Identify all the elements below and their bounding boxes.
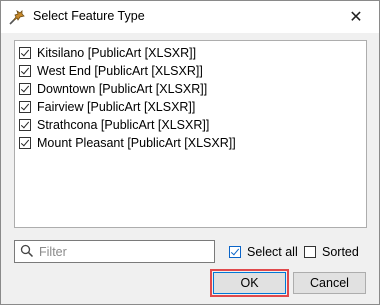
select-all-label: Select all [247,245,298,259]
list-item[interactable]: Fairview [PublicArt [XLSXR]] [19,98,195,116]
list-item[interactable]: Downtown [PublicArt [XLSXR]] [19,80,207,98]
feature-type-list[interactable]: Kitsilano [PublicArt [XLSXR]] West End [… [14,40,367,228]
list-item[interactable]: Mount Pleasant [PublicArt [XLSXR]] [19,134,236,152]
sorted-label: Sorted [322,245,359,259]
item-label: Downtown [PublicArt [XLSXR]] [37,82,208,96]
cancel-button-label: Cancel [310,276,349,290]
sorted-checkbox[interactable] [304,246,316,258]
item-label: West End [PublicArt [XLSXR]] [37,64,203,78]
close-icon: ✕ [349,9,363,26]
sorted-option[interactable]: Sorted [304,245,359,259]
filter-input[interactable] [37,242,211,262]
item-checkbox[interactable] [19,119,31,131]
item-label: Mount Pleasant [PublicArt [XLSXR]] [37,136,236,150]
item-checkbox[interactable] [19,101,31,113]
list-item[interactable]: West End [PublicArt [XLSXR]] [19,62,203,80]
app-icon [9,10,25,25]
list-item[interactable]: Kitsilano [PublicArt [XLSXR]] [19,44,196,62]
filter-field[interactable] [14,240,215,263]
close-button[interactable]: ✕ [333,1,379,33]
item-label: Strathcona [PublicArt [XLSXR]] [37,118,210,132]
item-checkbox[interactable] [19,83,31,95]
select-feature-type-dialog: Select Feature Type ✕ Kitsilano [PublicA… [0,0,380,305]
select-all-checkbox[interactable] [229,246,241,258]
search-icon [20,244,34,258]
item-checkbox[interactable] [19,65,31,77]
select-all-option[interactable]: Select all [229,245,298,259]
list-item[interactable]: Strathcona [PublicArt [XLSXR]] [19,116,209,134]
title-bar: Select Feature Type ✕ [1,1,379,33]
item-label: Fairview [PublicArt [XLSXR]] [37,100,196,114]
ok-button[interactable]: OK [213,272,286,294]
dialog-title: Select Feature Type [33,9,145,23]
item-checkbox[interactable] [19,47,31,59]
item-checkbox[interactable] [19,137,31,149]
ok-button-label: OK [240,276,259,290]
cancel-button[interactable]: Cancel [293,272,366,294]
item-label: Kitsilano [PublicArt [XLSXR]] [37,46,197,60]
